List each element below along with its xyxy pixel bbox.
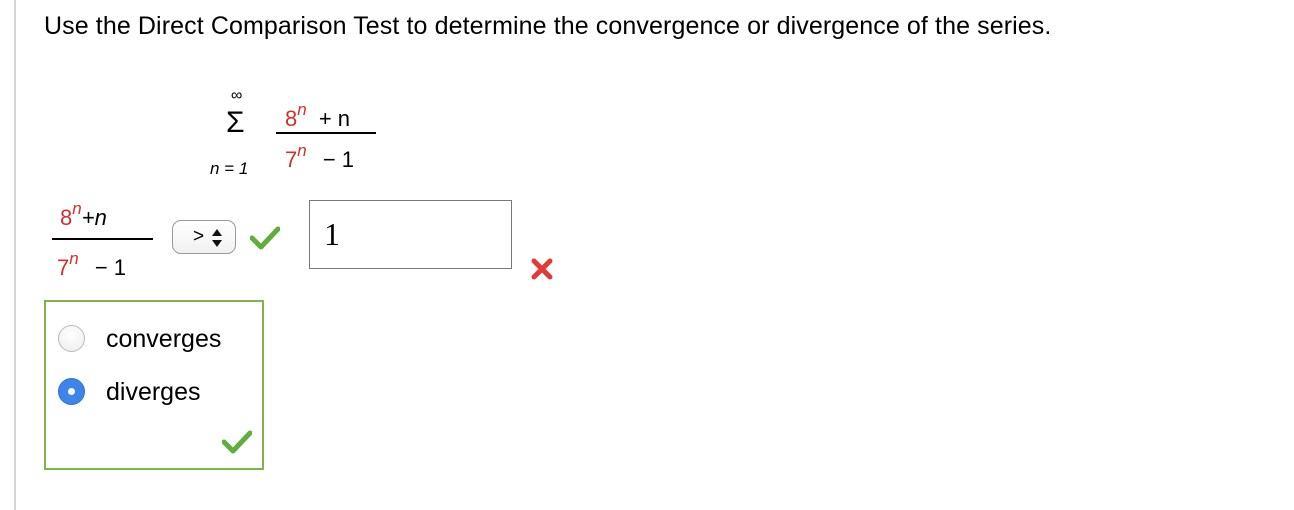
series-denominator-base: 7 (285, 147, 298, 172)
series-denominator: 7n − 1 (285, 142, 355, 172)
radio-selected[interactable] (58, 378, 85, 405)
series-numerator-base: 8 (285, 106, 298, 131)
comparison-operator-dropdown[interactable]: > (172, 220, 236, 254)
sum-lower-limit: n = 1 (210, 160, 248, 177)
comparison-numerator-rest: +n (81, 205, 107, 230)
comparison-numerator: 8n+n (60, 200, 107, 230)
comparison-denominator: 7n − 1 (57, 250, 127, 280)
option-converges[interactable]: converges (58, 321, 258, 355)
comparison-numerator-base: 8 (60, 205, 73, 230)
series-numerator-exponent: n (297, 100, 307, 119)
comparison-denominator-base: 7 (57, 255, 70, 280)
series-denominator-exponent: n (297, 141, 307, 160)
comparison-denominator-rest: − 1 (94, 255, 127, 280)
answer-input[interactable] (309, 200, 512, 269)
option-label: converges (106, 325, 222, 353)
sum-lower-limit-text: n = 1 (210, 159, 249, 178)
series-numerator: 8n + n (285, 101, 351, 131)
radio-unselected[interactable] (58, 325, 85, 352)
series-numerator-rest: + n (318, 106, 351, 131)
checkmark-icon (250, 226, 280, 250)
comparison-fraction-bar (52, 238, 153, 240)
comparison-numerator-exponent: n (72, 199, 82, 218)
series-denominator-rest: − 1 (322, 147, 355, 172)
comparison-denominator-exponent: n (69, 249, 79, 268)
option-diverges[interactable]: diverges (58, 374, 258, 408)
sum-upper-limit: ∞ (231, 87, 243, 104)
series-fraction-bar (276, 132, 376, 134)
sum-symbol: Σ (226, 106, 245, 139)
checkmark-icon (222, 430, 252, 454)
up-down-arrows-icon (212, 229, 222, 247)
page: Use the Direct Comparison Test to determ… (0, 0, 1294, 510)
option-label: diverges (106, 378, 201, 406)
convergence-choice-group: converges diverges (44, 300, 264, 470)
left-rule (14, 0, 16, 510)
dropdown-selected-value: > (193, 226, 205, 247)
question-text: Use the Direct Comparison Test to determ… (44, 12, 1052, 40)
cross-icon (531, 258, 553, 280)
